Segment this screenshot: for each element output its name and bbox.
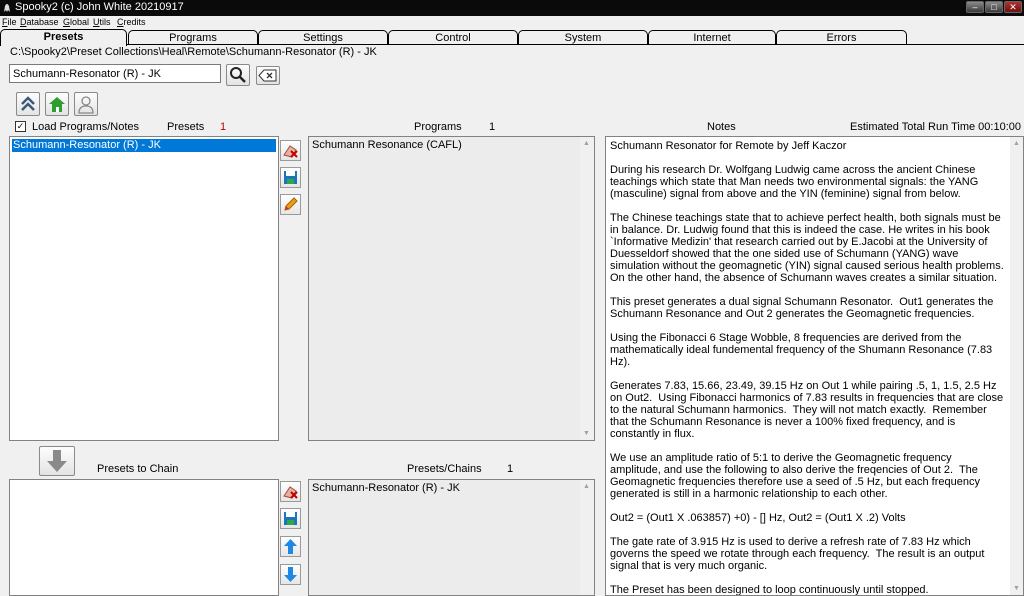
menu-credits[interactable]: Credits — [117, 17, 146, 27]
presets-chains-list-item[interactable]: Schumann-Resonator (R) - JK — [311, 482, 592, 495]
menu-database[interactable]: Database — [20, 17, 59, 27]
menu-global[interactable]: Global — [63, 17, 89, 27]
tab-system[interactable]: System — [518, 30, 648, 45]
presets-to-chain-list[interactable] — [9, 479, 279, 596]
up-button[interactable] — [16, 92, 40, 116]
minimize-icon[interactable]: – — [966, 1, 984, 13]
edit-preset-button[interactable] — [280, 194, 301, 215]
tab-errors[interactable]: Errors — [776, 30, 907, 45]
erase-icon — [283, 486, 298, 499]
programs-count: 1 — [489, 121, 496, 133]
home-icon — [49, 97, 65, 112]
user-button[interactable] — [74, 92, 98, 116]
scroll-up-icon[interactable]: ▲ — [583, 140, 590, 147]
move-down-button[interactable] — [280, 564, 301, 585]
presets-chains-label: Presets/Chains — [407, 463, 482, 475]
tab-settings[interactable]: Settings — [258, 30, 388, 45]
load-programs-label: Load Programs/Notes — [32, 121, 139, 133]
run-time-label: Estimated Total Run Time 00:10:00 — [850, 121, 1022, 133]
programs-scrollbar[interactable]: ▲ ▼ — [580, 137, 594, 440]
up-chevron-icon — [21, 96, 35, 111]
search-icon — [230, 67, 246, 83]
presets-count: 1 — [220, 121, 227, 133]
presets-to-chain-label: Presets to Chain — [97, 463, 179, 475]
down-arrow-icon — [47, 450, 67, 472]
notes-label: Notes — [707, 121, 736, 133]
user-icon — [78, 96, 94, 114]
save-preset-button[interactable] — [280, 167, 301, 188]
presets-label: Presets — [167, 121, 205, 133]
tab-programs[interactable]: Programs — [128, 30, 258, 45]
up-arrow-icon — [284, 539, 297, 554]
home-button[interactable] — [45, 92, 69, 116]
menu-bar: File Database Global Utils Credits — [0, 16, 1024, 28]
save-icon — [284, 171, 297, 184]
save-chain-button[interactable] — [280, 508, 301, 529]
close-icon[interactable]: ✕ — [1004, 1, 1022, 13]
scroll-down-icon[interactable]: ▼ — [583, 430, 590, 437]
presets-chains-scrollbar[interactable]: ▲ — [580, 480, 594, 595]
programs-label: Programs — [414, 121, 462, 133]
notes-textarea[interactable]: Schumann Resonator for Remote by Jeff Ka… — [605, 136, 1024, 596]
maximize-icon[interactable]: □ — [985, 1, 1003, 13]
presets-list[interactable]: Schumann-Resonator (R) - JK — [9, 136, 279, 441]
notes-scrollbar[interactable]: ▲ ▼ — [1010, 137, 1023, 595]
search-input[interactable] — [9, 64, 221, 83]
load-programs-checkbox[interactable]: ✓ — [15, 121, 26, 132]
scroll-up-icon[interactable]: ▲ — [583, 483, 590, 490]
scroll-up-icon[interactable]: ▲ — [1013, 140, 1020, 147]
menu-file[interactable]: File — [2, 17, 17, 27]
erase-preset-button[interactable] — [280, 140, 301, 161]
tab-presets[interactable]: Presets — [0, 29, 127, 46]
scroll-down-icon[interactable]: ▼ — [1013, 585, 1020, 592]
tab-internet[interactable]: Internet — [648, 30, 776, 45]
erase-icon — [283, 145, 298, 158]
menu-utils[interactable]: Utils — [93, 17, 111, 27]
title-bar: Spooky2 (c) John White 20210917 – □ ✕ — [0, 0, 1024, 16]
notes-text: Schumann Resonator for Remote by Jeff Ka… — [610, 140, 1004, 596]
preset-path: C:\Spooky2\Preset Collections\Heal\Remot… — [10, 46, 377, 58]
tab-control[interactable]: Control — [388, 30, 518, 45]
spooky-app-icon — [4, 4, 10, 12]
search-button[interactable] — [226, 64, 250, 86]
erase-chain-button[interactable] — [280, 481, 301, 502]
edit-icon — [284, 197, 298, 211]
presets-list-item[interactable]: Schumann-Resonator (R) - JK — [12, 139, 276, 152]
tab-divider — [0, 44, 1024, 45]
clear-search-button[interactable] — [256, 66, 280, 85]
programs-list-item[interactable]: Schumann Resonance (CAFL) — [311, 139, 592, 152]
down-arrow-icon — [284, 567, 297, 582]
presets-chains-count: 1 — [507, 463, 514, 475]
move-up-button[interactable] — [280, 536, 301, 557]
clear-icon — [258, 69, 277, 82]
save-icon — [284, 512, 297, 525]
programs-list[interactable]: Schumann Resonance (CAFL) ▲ ▼ — [308, 136, 595, 441]
presets-chains-list[interactable]: Schumann-Resonator (R) - JK ▲ — [308, 479, 595, 596]
window-title: Spooky2 (c) John White 20210917 — [15, 1, 184, 13]
add-to-chain-button[interactable] — [39, 446, 75, 476]
